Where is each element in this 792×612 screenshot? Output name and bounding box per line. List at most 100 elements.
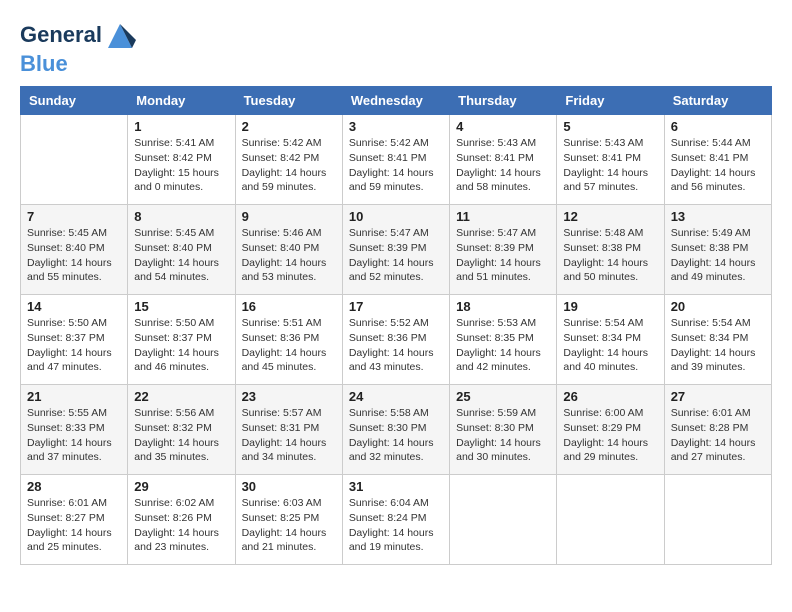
day-info: Sunrise: 5:54 AMSunset: 8:34 PMDaylight:… <box>671 316 765 375</box>
day-number: 8 <box>134 209 228 224</box>
calendar-cell: 30 Sunrise: 6:03 AMSunset: 8:25 PMDayligh… <box>235 475 342 565</box>
calendar-cell: 26 Sunrise: 6:00 AMSunset: 8:29 PMDayligh… <box>557 385 664 475</box>
logo: General Blue <box>20 20 136 76</box>
calendar-cell: 20Sunrise: 5:54 AMSunset: 8:34 PMDayligh… <box>664 295 771 385</box>
calendar-cell: 16 Sunrise: 5:51 AMSunset: 8:36 PMDayligh… <box>235 295 342 385</box>
day-info: Sunrise: 6:03 AMSunset: 8:25 PMDaylight:… <box>242 496 336 555</box>
calendar-week-row: 14Sunrise: 5:50 AMSunset: 8:37 PMDayligh… <box>21 295 772 385</box>
day-number: 13 <box>671 209 765 224</box>
calendar-cell <box>21 115 128 205</box>
day-number: 4 <box>456 119 550 134</box>
calendar-week-row: 1Sunrise: 5:41 AMSunset: 8:42 PMDaylight… <box>21 115 772 205</box>
day-info: Sunrise: 6:01 AMSunset: 8:28 PMDaylight:… <box>671 406 765 465</box>
day-info: Sunrise: 6:00 AMSunset: 8:29 PMDaylight:… <box>563 406 657 465</box>
day-info: Sunrise: 5:55 AMSunset: 8:33 PMDaylight:… <box>27 406 121 465</box>
day-info: Sunrise: 5:45 AMSunset: 8:40 PMDaylight:… <box>27 226 121 285</box>
day-number: 11 <box>456 209 550 224</box>
calendar-cell: 13 Sunrise: 5:49 AMSunset: 8:38 PMDayligh… <box>664 205 771 295</box>
day-number: 18 <box>456 299 550 314</box>
day-number: 28 <box>27 479 121 494</box>
day-number: 7 <box>27 209 121 224</box>
day-number: 5 <box>563 119 657 134</box>
calendar-cell: 4Sunrise: 5:43 AMSunset: 8:41 PMDaylight… <box>450 115 557 205</box>
calendar-week-row: 21Sunrise: 5:55 AMSunset: 8:33 PMDayligh… <box>21 385 772 475</box>
day-info: Sunrise: 5:44 AMSunset: 8:41 PMDaylight:… <box>671 136 765 195</box>
day-info: Sunrise: 5:56 AMSunset: 8:32 PMDaylight:… <box>134 406 228 465</box>
calendar-cell: 18 Sunrise: 5:53 AMSunset: 8:35 PMDayligh… <box>450 295 557 385</box>
weekday-header-thursday: Thursday <box>450 87 557 115</box>
calendar-cell: 17 Sunrise: 5:52 AMSunset: 8:36 PMDayligh… <box>342 295 449 385</box>
calendar-cell: 7 Sunrise: 5:45 AMSunset: 8:40 PMDaylight… <box>21 205 128 295</box>
calendar-cell <box>664 475 771 565</box>
calendar-cell: 6 Sunrise: 5:44 AMSunset: 8:41 PMDaylight… <box>664 115 771 205</box>
day-info: Sunrise: 5:50 AMSunset: 8:37 PMDaylight:… <box>27 316 121 375</box>
calendar-cell: 15 Sunrise: 5:50 AMSunset: 8:37 PMDayligh… <box>128 295 235 385</box>
day-info: Sunrise: 5:53 AMSunset: 8:35 PMDaylight:… <box>456 316 550 375</box>
day-info: Sunrise: 6:01 AMSunset: 8:27 PMDaylight:… <box>27 496 121 555</box>
day-info: Sunrise: 5:46 AMSunset: 8:40 PMDaylight:… <box>242 226 336 285</box>
calendar-cell <box>557 475 664 565</box>
calendar-cell: 5 Sunrise: 5:43 AMSunset: 8:41 PMDaylight… <box>557 115 664 205</box>
day-number: 17 <box>349 299 443 314</box>
calendar-cell: 3Sunrise: 5:42 AMSunset: 8:41 PMDaylight… <box>342 115 449 205</box>
day-number: 31 <box>349 479 443 494</box>
day-number: 2 <box>242 119 336 134</box>
weekday-header-tuesday: Tuesday <box>235 87 342 115</box>
calendar-cell: 12Sunrise: 5:48 AMSunset: 8:38 PMDayligh… <box>557 205 664 295</box>
weekday-header-saturday: Saturday <box>664 87 771 115</box>
calendar-cell: 1Sunrise: 5:41 AMSunset: 8:42 PMDaylight… <box>128 115 235 205</box>
day-info: Sunrise: 5:58 AMSunset: 8:30 PMDaylight:… <box>349 406 443 465</box>
day-info: Sunrise: 6:04 AMSunset: 8:24 PMDaylight:… <box>349 496 443 555</box>
calendar-cell: 28 Sunrise: 6:01 AMSunset: 8:27 PMDayligh… <box>21 475 128 565</box>
day-number: 22 <box>134 389 228 404</box>
weekday-header-wednesday: Wednesday <box>342 87 449 115</box>
calendar-cell: 29 Sunrise: 6:02 AMSunset: 8:26 PMDayligh… <box>128 475 235 565</box>
logo-blue-text: Blue <box>20 52 136 76</box>
day-number: 19 <box>563 299 657 314</box>
day-number: 25 <box>456 389 550 404</box>
calendar-table: SundayMondayTuesdayWednesdayThursdayFrid… <box>20 86 772 565</box>
logo-text: General Blue <box>20 20 136 76</box>
day-info: Sunrise: 6:02 AMSunset: 8:26 PMDaylight:… <box>134 496 228 555</box>
day-info: Sunrise: 5:49 AMSunset: 8:38 PMDaylight:… <box>671 226 765 285</box>
calendar-cell: 27 Sunrise: 6:01 AMSunset: 8:28 PMDayligh… <box>664 385 771 475</box>
weekday-header-monday: Monday <box>128 87 235 115</box>
day-info: Sunrise: 5:52 AMSunset: 8:36 PMDaylight:… <box>349 316 443 375</box>
day-number: 6 <box>671 119 765 134</box>
day-number: 9 <box>242 209 336 224</box>
day-number: 23 <box>242 389 336 404</box>
weekday-header-sunday: Sunday <box>21 87 128 115</box>
day-info: Sunrise: 5:41 AMSunset: 8:42 PMDaylight:… <box>134 136 228 195</box>
day-info: Sunrise: 5:54 AMSunset: 8:34 PMDaylight:… <box>563 316 657 375</box>
calendar-cell: 25 Sunrise: 5:59 AMSunset: 8:30 PMDayligh… <box>450 385 557 475</box>
calendar-cell <box>450 475 557 565</box>
calendar-cell: 14Sunrise: 5:50 AMSunset: 8:37 PMDayligh… <box>21 295 128 385</box>
calendar-week-row: 28 Sunrise: 6:01 AMSunset: 8:27 PMDayligh… <box>21 475 772 565</box>
day-number: 30 <box>242 479 336 494</box>
day-number: 15 <box>134 299 228 314</box>
day-number: 10 <box>349 209 443 224</box>
calendar-cell: 11Sunrise: 5:47 AMSunset: 8:39 PMDayligh… <box>450 205 557 295</box>
logo-icon <box>104 20 136 52</box>
calendar-cell: 10 Sunrise: 5:47 AMSunset: 8:39 PMDayligh… <box>342 205 449 295</box>
day-number: 26 <box>563 389 657 404</box>
day-info: Sunrise: 5:42 AMSunset: 8:41 PMDaylight:… <box>349 136 443 195</box>
day-info: Sunrise: 5:57 AMSunset: 8:31 PMDaylight:… <box>242 406 336 465</box>
day-info: Sunrise: 5:51 AMSunset: 8:36 PMDaylight:… <box>242 316 336 375</box>
weekday-header-friday: Friday <box>557 87 664 115</box>
day-info: Sunrise: 5:59 AMSunset: 8:30 PMDaylight:… <box>456 406 550 465</box>
calendar-cell: 23 Sunrise: 5:57 AMSunset: 8:31 PMDayligh… <box>235 385 342 475</box>
day-number: 24 <box>349 389 443 404</box>
day-info: Sunrise: 5:43 AMSunset: 8:41 PMDaylight:… <box>563 136 657 195</box>
calendar-week-row: 7 Sunrise: 5:45 AMSunset: 8:40 PMDaylight… <box>21 205 772 295</box>
calendar-cell: 21Sunrise: 5:55 AMSunset: 8:33 PMDayligh… <box>21 385 128 475</box>
day-info: Sunrise: 5:45 AMSunset: 8:40 PMDaylight:… <box>134 226 228 285</box>
day-info: Sunrise: 5:50 AMSunset: 8:37 PMDaylight:… <box>134 316 228 375</box>
day-info: Sunrise: 5:42 AMSunset: 8:42 PMDaylight:… <box>242 136 336 195</box>
day-number: 16 <box>242 299 336 314</box>
weekday-header-row: SundayMondayTuesdayWednesdayThursdayFrid… <box>21 87 772 115</box>
day-info: Sunrise: 5:47 AMSunset: 8:39 PMDaylight:… <box>349 226 443 285</box>
day-number: 29 <box>134 479 228 494</box>
calendar-cell: 19 Sunrise: 5:54 AMSunset: 8:34 PMDayligh… <box>557 295 664 385</box>
day-number: 27 <box>671 389 765 404</box>
